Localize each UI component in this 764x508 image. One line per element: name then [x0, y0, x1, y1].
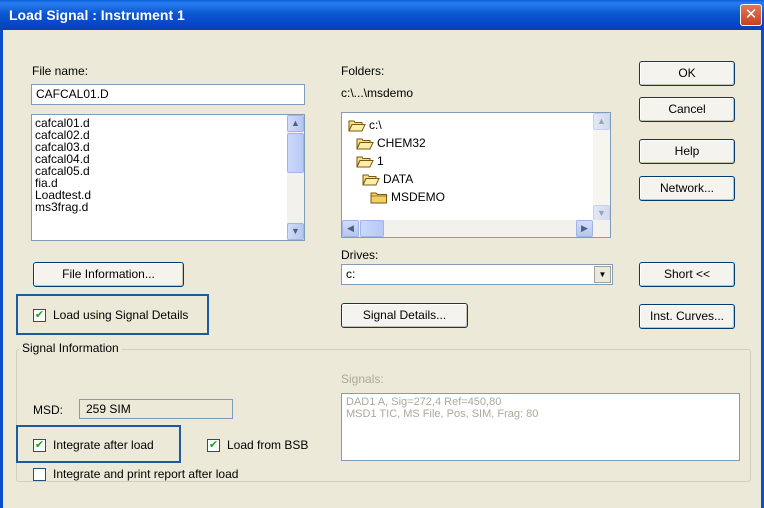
load-signal-details-label: Load using Signal Details — [53, 308, 189, 322]
folder-row[interactable]: c:\ — [348, 117, 382, 133]
file-list-item[interactable]: ms3frag.d — [32, 201, 304, 213]
scroll-thumb[interactable] — [287, 133, 304, 173]
msd-value: 259 SIM — [79, 399, 233, 419]
drives-label: Drives: — [341, 248, 379, 262]
folder-row[interactable]: DATA — [362, 171, 413, 187]
load-from-bsb-label: Load from BSB — [227, 438, 309, 452]
drives-value: c: — [346, 267, 356, 281]
cancel-button[interactable]: Cancel — [639, 97, 735, 122]
load-from-bsb-checkbox[interactable]: ✔ — [207, 439, 220, 452]
integrate-print-label: Integrate and print report after load — [53, 467, 239, 481]
folders-path: c:\...\msdemo — [341, 86, 414, 100]
folder-name: MSDEMO — [391, 190, 445, 204]
folders-label: Folders: — [341, 64, 385, 78]
folder-name: c:\ — [369, 118, 382, 132]
signal-item: DAD1 A, Sig=272,4 Ref=450,80 — [346, 396, 502, 408]
scroll-left-icon[interactable]: ◀ — [342, 220, 359, 237]
folder-row[interactable]: 1 — [356, 153, 384, 169]
folder-open-icon — [356, 156, 374, 168]
window-title: Load Signal : Instrument 1 — [9, 7, 185, 23]
file-list[interactable]: cafcal01.d cafcal02.d cafcal03.d cafcal0… — [31, 114, 305, 241]
folder-tree[interactable]: c:\ CHEM32 1 DATA MSDEMO ▲ ▼ ◀ ▶ — [341, 112, 611, 238]
integrate-after-load-label: Integrate after load — [53, 438, 154, 452]
signal-item: MSD1 TIC, MS File, Pos, SIM, Frag: 80 — [346, 408, 539, 420]
help-button[interactable]: Help — [639, 139, 735, 164]
file-name-input[interactable]: CAFCAL01.D — [31, 84, 305, 105]
signals-label: Signals: — [341, 372, 384, 386]
signals-list: DAD1 A, Sig=272,4 Ref=450,80 MSD1 TIC, M… — [341, 393, 740, 461]
title-bar: Load Signal : Instrument 1 ✕ — [0, 0, 764, 30]
file-name-label: File name: — [32, 64, 89, 78]
integrate-print-checkbox[interactable] — [33, 468, 46, 481]
close-icon[interactable]: ✕ — [740, 4, 762, 26]
file-list-scrollbar[interactable]: ▲ ▼ — [287, 115, 304, 240]
scroll-right-icon[interactable]: ▶ — [576, 220, 593, 237]
folder-row[interactable]: CHEM32 — [356, 135, 426, 151]
load-signal-details-checkbox[interactable]: ✔ — [33, 309, 46, 322]
folder-icon — [370, 192, 388, 204]
network-button[interactable]: Network... — [639, 176, 735, 201]
folder-open-icon — [348, 120, 366, 132]
folder-name: 1 — [377, 154, 384, 168]
file-list-item[interactable]: cafcal05.d — [32, 165, 304, 177]
msd-label: MSD: — [33, 403, 63, 417]
scroll-down-icon[interactable]: ▼ — [287, 223, 304, 240]
file-information-button[interactable]: File Information... — [33, 262, 184, 287]
short-button[interactable]: Short << — [639, 262, 735, 287]
scroll-thumb[interactable] — [360, 220, 384, 237]
folder-name: CHEM32 — [377, 136, 426, 150]
integrate-after-load-checkbox[interactable]: ✔ — [33, 439, 46, 452]
signal-info-title: Signal Information — [19, 341, 122, 355]
scroll-up-icon[interactable]: ▲ — [287, 115, 304, 132]
folder-open-icon — [362, 174, 380, 186]
folder-row[interactable]: MSDEMO — [370, 189, 445, 205]
folder-tree-vscroll[interactable]: ▲ ▼ — [593, 113, 610, 222]
drives-select[interactable]: c: ▼ — [341, 264, 613, 285]
inst-curves-button[interactable]: Inst. Curves... — [639, 304, 735, 329]
folder-tree-hscroll[interactable]: ◀ ▶ — [342, 220, 610, 237]
scroll-up-icon[interactable]: ▲ — [593, 113, 610, 130]
ok-button[interactable]: OK — [639, 61, 735, 86]
signal-details-button[interactable]: Signal Details... — [341, 303, 468, 328]
chevron-down-icon[interactable]: ▼ — [594, 266, 611, 283]
folder-name: DATA — [383, 172, 414, 186]
folder-open-icon — [356, 138, 374, 150]
